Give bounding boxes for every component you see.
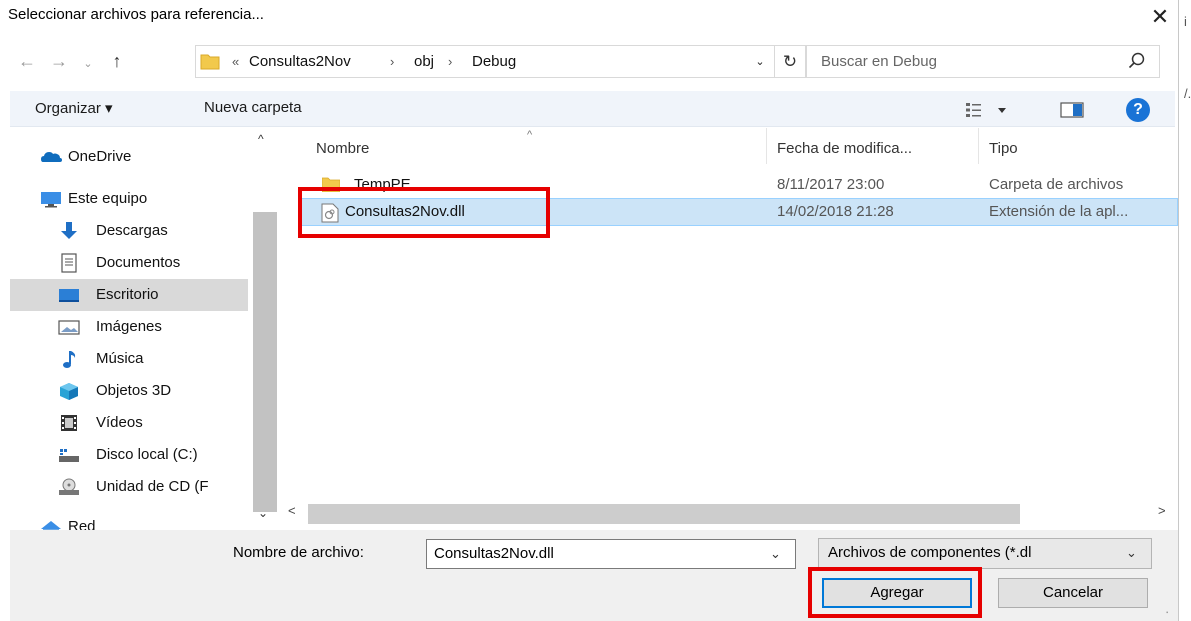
column-divider[interactable] <box>766 128 767 164</box>
nav-item-musica[interactable]: Música <box>10 343 248 375</box>
nav-item-objetos-3d[interactable]: Objetos 3D <box>10 375 248 407</box>
breadcrumb-item-consultas2nov[interactable]: Consultas2Nov <box>249 53 351 70</box>
nav-item-label: OneDrive <box>68 148 132 165</box>
nav-item-label: Red <box>68 518 96 530</box>
breadcrumb-overflow[interactable]: « <box>232 54 239 69</box>
breadcrumb-item-obj[interactable]: obj <box>414 53 434 70</box>
downloads-icon <box>61 222 77 239</box>
nav-item-disco-local[interactable]: Disco local (C:) <box>10 439 248 471</box>
computer-icon <box>41 192 61 208</box>
music-icon <box>63 351 76 368</box>
preview-pane-icon[interactable] <box>1060 100 1084 120</box>
file-type: Carpeta de archivos <box>989 176 1124 193</box>
up-arrow-icon[interactable]: ↑ <box>104 48 130 74</box>
scroll-left-arrow-icon[interactable]: < <box>288 503 296 518</box>
breadcrumb-item-debug[interactable]: Debug <box>472 53 516 70</box>
nav-item-label: Música <box>96 350 144 367</box>
column-divider[interactable] <box>978 128 979 164</box>
file-date: 14/02/2018 21:28 <box>777 203 894 220</box>
file-type: Extensión de la apl... <box>989 203 1129 220</box>
recent-locations-chevron-icon[interactable]: ⌄ <box>78 51 98 77</box>
breadcrumb-separator-icon[interactable]: › <box>448 54 452 69</box>
address-dropdown-chevron-icon[interactable]: ⌄ <box>746 45 774 78</box>
nav-item-label: Escritorio <box>96 286 159 303</box>
navigation-pane: OneDrive Este equipo Descargas Documento… <box>10 127 248 530</box>
local-disk-icon <box>59 449 79 462</box>
help-icon[interactable]: ? <box>1126 98 1150 122</box>
filename-label: Nombre de archivo: <box>233 544 364 561</box>
nav-item-escritorio[interactable]: Escritorio <box>10 279 248 311</box>
refresh-icon[interactable]: ↻ <box>774 45 806 78</box>
nav-item-red[interactable]: Red <box>10 511 248 530</box>
network-icon <box>41 521 61 530</box>
nav-item-label: Unidad de CD (F <box>96 478 209 495</box>
sort-ascending-icon: ^ <box>527 129 533 141</box>
scroll-right-arrow-icon[interactable]: > <box>1158 503 1166 518</box>
pictures-icon <box>58 320 80 335</box>
nav-item-label: Vídeos <box>96 414 143 431</box>
column-header-nombre[interactable]: Nombre <box>316 140 369 157</box>
filter-dropdown-chevron-icon[interactable]: ⌄ <box>1126 545 1137 561</box>
objects3d-icon <box>60 383 78 400</box>
cd-drive-icon <box>59 478 79 495</box>
new-folder-button[interactable]: Nueva carpeta <box>204 99 302 116</box>
nav-item-este-equipo[interactable]: Este equipo <box>10 183 248 215</box>
nav-item-label: Imágenes <box>96 318 162 335</box>
file-date: 8/11/2017 23:00 <box>777 176 885 193</box>
search-placeholder: Buscar en Debug <box>821 53 937 70</box>
view-options-icon[interactable] <box>965 100 1011 120</box>
background-text-fragment: /. <box>1184 86 1191 101</box>
search-icon[interactable] <box>1127 51 1147 71</box>
file-type-filter-value: Archivos de componentes (*.dl <box>828 544 1032 561</box>
column-header-fecha[interactable]: Fecha de modifica... <box>777 140 912 157</box>
organize-button[interactable]: Organizar ▾ <box>35 99 113 117</box>
breadcrumb-separator-icon[interactable]: › <box>390 54 394 69</box>
scroll-down-arrow-icon[interactable]: ⌄ <box>258 506 268 520</box>
close-icon[interactable]: ✕ <box>1145 2 1175 32</box>
nav-item-imagenes[interactable]: Imágenes <box>10 311 248 343</box>
cancel-button[interactable]: Cancelar <box>998 578 1148 608</box>
back-arrow-icon[interactable]: ← <box>14 48 40 74</box>
nav-item-videos[interactable]: Vídeos <box>10 407 248 439</box>
desktop-icon <box>59 289 79 302</box>
scrollbar-thumb[interactable] <box>308 504 1020 524</box>
highlight-box-add-button <box>808 567 982 618</box>
documents-icon <box>61 253 77 273</box>
nav-item-descargas[interactable]: Descargas <box>10 215 248 247</box>
nav-item-label: Objetos 3D <box>96 382 172 399</box>
nav-item-documentos[interactable]: Documentos <box>10 247 248 279</box>
column-header-tipo[interactable]: Tipo <box>989 140 1018 157</box>
forward-arrow-icon[interactable]: → <box>46 48 72 74</box>
resize-grip-icon[interactable]: ⠠ <box>1162 606 1169 617</box>
onedrive-icon <box>41 152 62 162</box>
nav-item-unidad-cd[interactable]: Unidad de CD (F <box>10 471 248 503</box>
videos-icon <box>61 415 77 431</box>
nav-item-label: Disco local (C:) <box>96 446 198 463</box>
background-text-fragment: i <box>1184 14 1187 29</box>
filename-value: Consultas2Nov.dll <box>434 545 554 562</box>
nav-item-onedrive[interactable]: OneDrive <box>10 141 248 173</box>
window-edge <box>1178 0 1179 621</box>
window-title: Seleccionar archivos para referencia... <box>8 6 264 23</box>
highlight-box-selected-file <box>298 187 550 238</box>
scroll-up-arrow-icon[interactable]: ^ <box>258 132 264 146</box>
nav-item-label: Documentos <box>96 254 181 271</box>
nav-item-label: Descargas <box>96 222 168 239</box>
filename-dropdown-chevron-icon[interactable]: ⌄ <box>770 546 781 562</box>
scrollbar-thumb[interactable] <box>253 212 277 512</box>
folder-icon <box>200 54 220 70</box>
nav-item-label: Este equipo <box>68 190 148 207</box>
